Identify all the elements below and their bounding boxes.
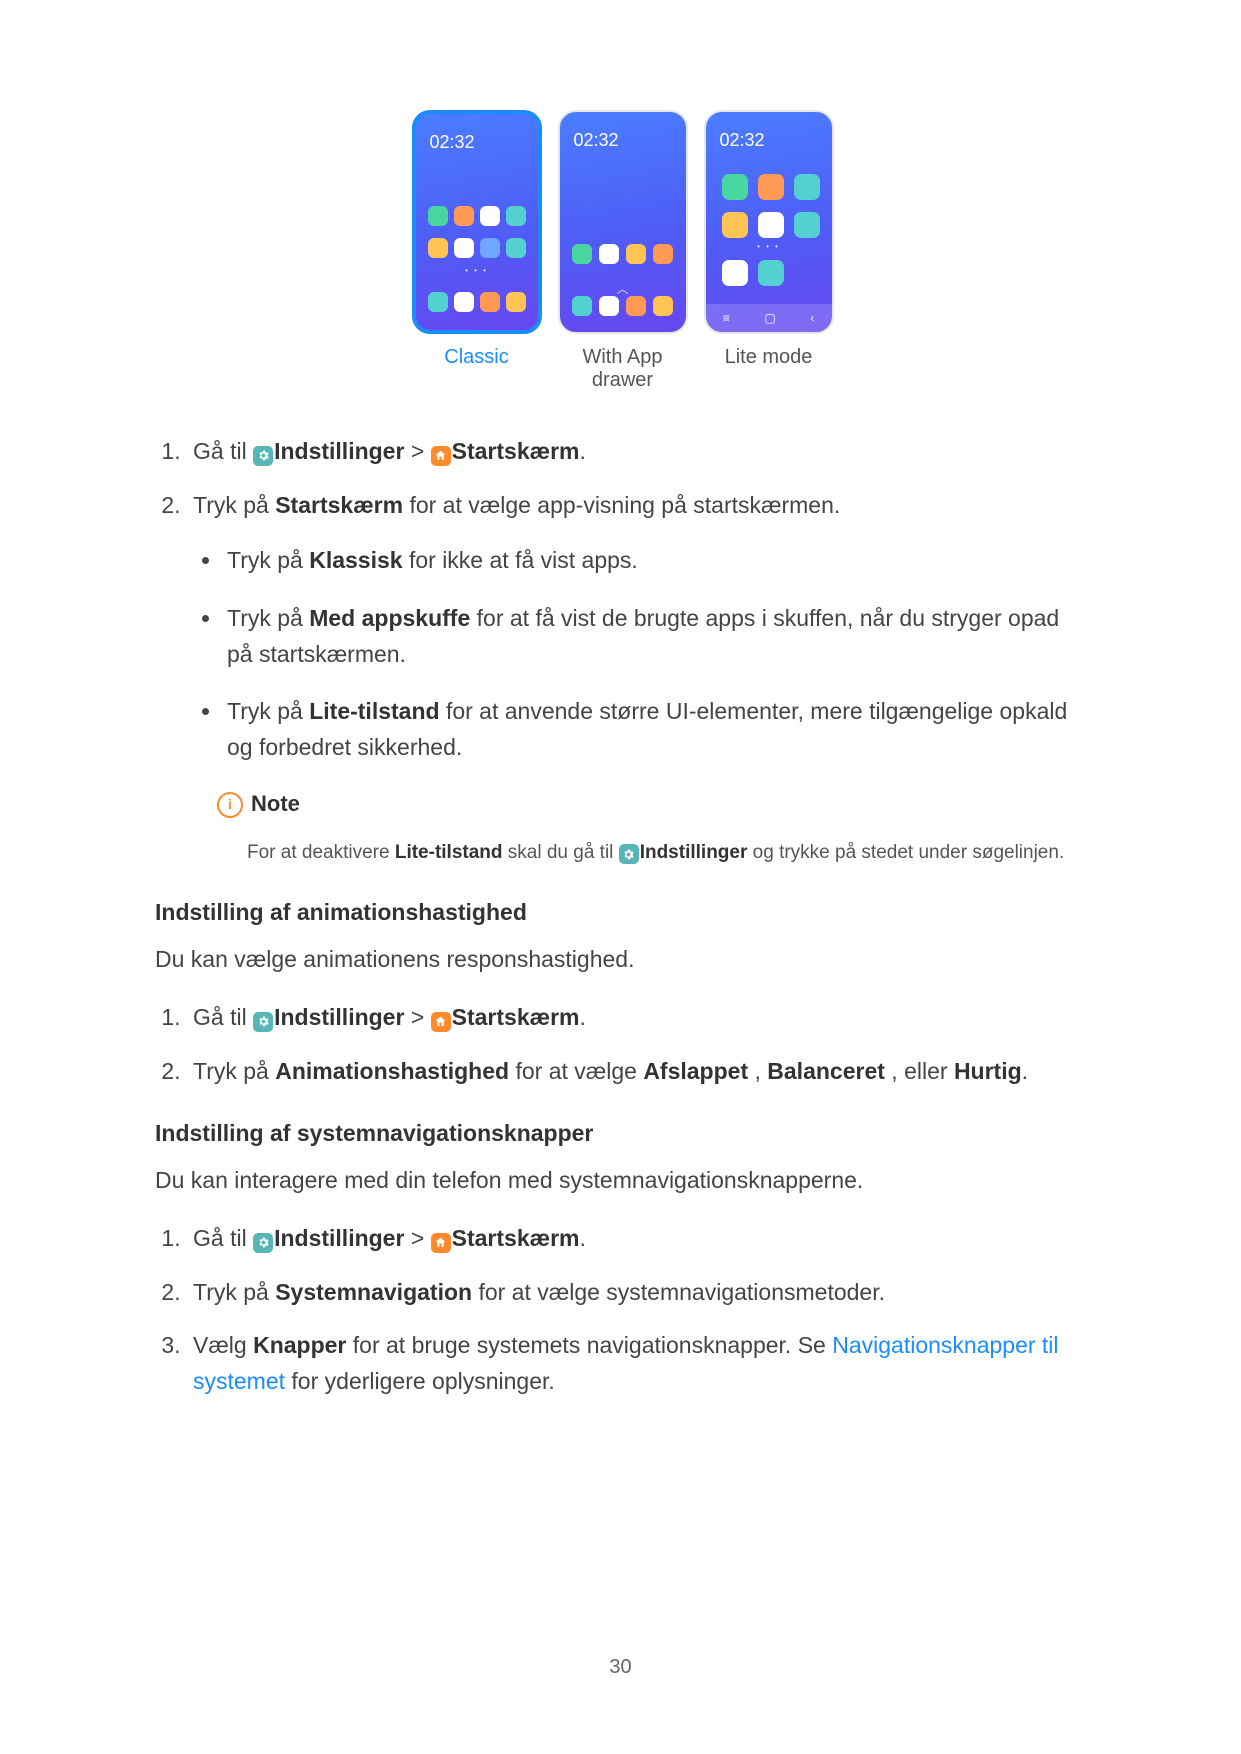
- page-dots-icon: • • •: [416, 266, 538, 275]
- icon-row: [722, 260, 816, 286]
- step-go-to-settings: Gå til Indstillinger > Startskærm.: [187, 434, 1090, 470]
- step-animation-speed: Tryk på Animationshastighed for at vælge…: [187, 1054, 1090, 1090]
- heading-animation-speed: Indstilling af animationshastighed: [155, 899, 1090, 926]
- settings-icon: [619, 844, 639, 864]
- step-go-to-settings: Gå til Indstillinger > Startskærm.: [187, 1000, 1090, 1036]
- intro-nav-buttons: Du kan interagere med din telefon med sy…: [155, 1163, 1090, 1198]
- dock-row: [428, 292, 526, 312]
- caption-classic: Classic: [412, 346, 542, 392]
- icon-row: [722, 212, 816, 238]
- home-icon: [431, 446, 451, 466]
- phone-classic: 02:32 • • •: [412, 110, 542, 334]
- home-icon: [431, 1012, 451, 1032]
- lite-navbar: ≡ ▢ ‹: [706, 304, 832, 332]
- info-icon: i: [217, 792, 243, 818]
- step-system-navigation: Tryk på Systemnavigation for at vælge sy…: [187, 1275, 1090, 1311]
- menu-icon: ≡: [723, 311, 730, 325]
- option-lite-mode: Tryk på Lite-tilstand for at anvende stø…: [223, 694, 1090, 765]
- section3-steps: Gå til Indstillinger > Startskærm. Tryk …: [155, 1221, 1090, 1400]
- homescreen-options: Tryk på Klassisk for ikke at få vist app…: [193, 543, 1090, 765]
- caption-drawer: With App drawer: [558, 346, 688, 392]
- phone-lite-mode: 02:32 • • • ≡ ▢ ‹: [704, 110, 834, 334]
- settings-icon: [253, 1012, 273, 1032]
- homescreen-mode-illustration: 02:32 • • • 02:32 ︿ 02:32: [155, 110, 1090, 334]
- page-dots-icon: • • •: [706, 242, 832, 251]
- step-select-buttons: Vælg Knapper for at bruge systemets navi…: [187, 1328, 1090, 1399]
- settings-icon: [253, 1233, 273, 1253]
- icon-row: [722, 174, 816, 200]
- option-app-drawer: Tryk på Med appskuffe for at få vist de …: [223, 601, 1090, 672]
- page-content: 02:32 • • • 02:32 ︿ 02:32: [155, 0, 1090, 1430]
- intro-animation-speed: Du kan vælge animationens responshastigh…: [155, 942, 1090, 977]
- section2-steps: Gå til Indstillinger > Startskærm. Tryk …: [155, 1000, 1090, 1089]
- note-heading: i Note: [217, 787, 1090, 821]
- option-classic: Tryk på Klassisk for ikke at få vist app…: [223, 543, 1090, 579]
- step-go-to-settings: Gå til Indstillinger > Startskærm.: [187, 1221, 1090, 1257]
- icon-row: [572, 244, 674, 264]
- page-number: 30: [0, 1656, 1241, 1679]
- phone-with-app-drawer: 02:32 ︿: [558, 110, 688, 334]
- dock-row: [572, 296, 674, 316]
- settings-icon: [253, 446, 273, 466]
- icon-row: [428, 238, 526, 258]
- back-icon: ‹: [810, 311, 814, 325]
- phone-clock: 02:32: [706, 112, 832, 151]
- section1-steps: Gå til Indstillinger > Startskærm. Tryk …: [155, 434, 1090, 869]
- phone-clock: 02:32: [416, 114, 538, 153]
- chevron-up-icon: ︿: [560, 280, 686, 297]
- note-body: For at deaktivere Lite-tilstand skal du …: [247, 836, 1090, 869]
- home-icon: [431, 1233, 451, 1253]
- phone-clock: 02:32: [560, 112, 686, 151]
- step-choose-homescreen: Tryk på Startskærm for at vælge app-visn…: [187, 488, 1090, 869]
- icon-row: [428, 206, 526, 226]
- caption-lite: Lite mode: [704, 346, 834, 392]
- heading-nav-buttons: Indstilling af systemnavigationsknapper: [155, 1120, 1090, 1147]
- note-block: i Note For at deaktivere Lite-tilstand s…: [217, 787, 1090, 868]
- home-icon: ▢: [764, 311, 775, 325]
- illustration-captions: Classic With App drawer Lite mode: [155, 346, 1090, 392]
